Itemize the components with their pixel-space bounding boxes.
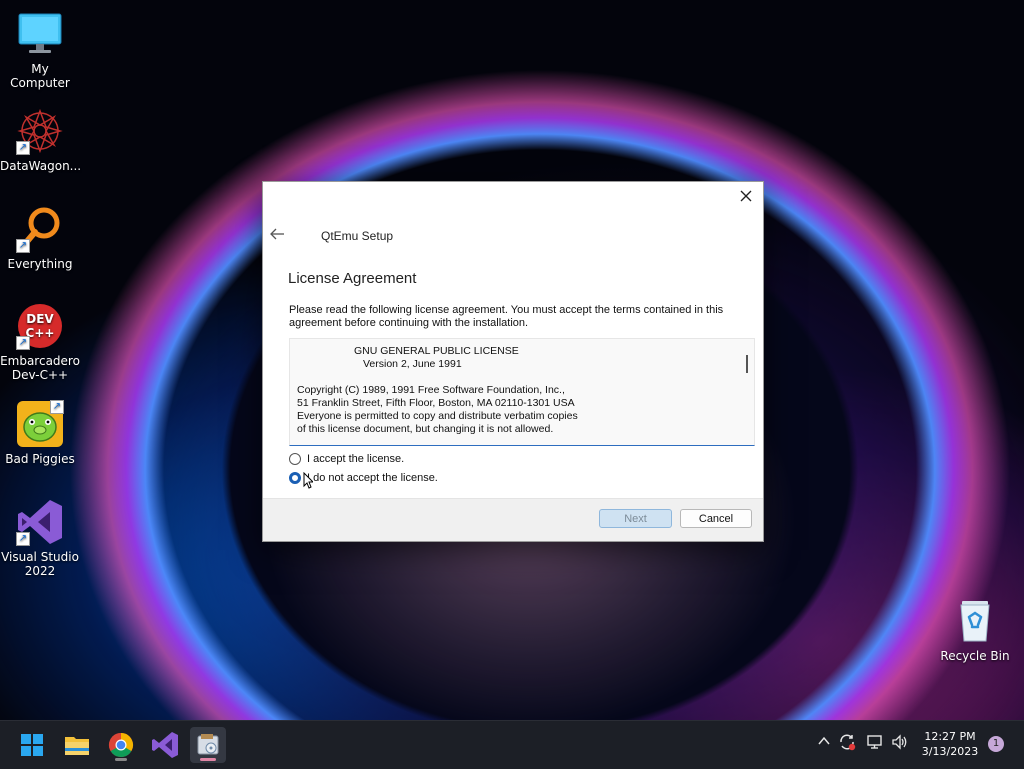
shortcut-arrow-icon: ↗ xyxy=(16,239,30,253)
volume-control[interactable] xyxy=(891,733,909,755)
datawagon-icon: ↗ xyxy=(16,107,64,155)
shortcut-arrow-icon: ↗ xyxy=(16,336,30,350)
shortcut-arrow-icon: ↗ xyxy=(50,400,64,414)
desktop-icon-label: Embarcadero Dev-C++ xyxy=(0,354,80,382)
desktop-icon-my-computer[interactable]: My Computer xyxy=(0,10,80,90)
desktop-icon-visual-studio[interactable]: ↗ Visual Studio 2022 xyxy=(0,498,80,578)
recycle-bin-icon xyxy=(951,597,999,645)
mouse-cursor-icon xyxy=(303,472,313,489)
desktop-icon-bad-piggies[interactable]: ↗ Bad Piggies xyxy=(0,400,80,466)
license-line: GNU GENERAL PUBLIC LICENSE xyxy=(354,345,519,357)
devcpp-icon: DEV C++ ↗ xyxy=(16,302,64,350)
arrow-left-icon xyxy=(270,228,284,240)
shortcut-arrow-icon: ↗ xyxy=(16,532,30,546)
visual-studio-icon xyxy=(152,732,178,758)
volume-icon xyxy=(892,734,907,750)
monitor-icon xyxy=(16,10,64,58)
dialog-footer: Next Cancel xyxy=(263,498,763,541)
desktop-icon-everything[interactable]: ↗ Everything xyxy=(0,205,80,271)
desktop-icon-label: Recycle Bin xyxy=(940,649,1010,663)
accept-label: I accept the license. xyxy=(307,453,405,465)
running-indicator xyxy=(115,758,127,761)
svg-text:DEV: DEV xyxy=(26,312,54,326)
decline-radio[interactable] xyxy=(289,472,301,484)
license-line: of this license document, but changing i… xyxy=(297,423,554,435)
bad-piggies-icon: ↗ xyxy=(16,400,64,448)
accept-radio[interactable] xyxy=(289,453,301,465)
license-line: Everyone is permitted to copy and distri… xyxy=(297,410,578,422)
file-explorer-icon xyxy=(65,737,89,755)
sync-icon xyxy=(840,734,856,751)
accept-license-option[interactable]: I accept the license. xyxy=(289,453,404,465)
license-text-area[interactable]: GNU GENERAL PUBLIC LICENSE Version 2, Ju… xyxy=(289,338,755,446)
network-status[interactable] xyxy=(866,733,884,755)
desktop-icon-label: DataWagon... xyxy=(0,159,82,173)
license-line: Version 2, June 1991 xyxy=(363,358,462,370)
decline-label: I do not accept the license. xyxy=(307,472,438,484)
intro-text: Please read the following license agreem… xyxy=(289,304,724,329)
next-button[interactable]: Next xyxy=(599,509,672,528)
page-heading: License Agreement xyxy=(288,270,417,287)
desktop-icon-label: Visual Studio 2022 xyxy=(1,550,79,578)
start-button[interactable] xyxy=(14,727,50,763)
desktop-icon-devcpp[interactable]: DEV C++ ↗ Embarcadero Dev-C++ xyxy=(0,302,80,382)
back-button[interactable] xyxy=(269,226,287,242)
desktop-icon-label: Everything xyxy=(7,257,73,271)
shortcut-arrow-icon: ↗ xyxy=(16,141,30,155)
clock-date: 3/13/2023 xyxy=(921,745,979,758)
taskbar-visual-studio[interactable] xyxy=(147,727,183,763)
desktop-icon-recycle-bin[interactable]: Recycle Bin xyxy=(935,597,1015,663)
show-hidden-icons-button[interactable] xyxy=(816,733,832,753)
taskbar-clock[interactable]: 12:27 PM 3/13/2023 xyxy=(918,729,982,759)
chevron-up-icon xyxy=(818,736,830,745)
sync-status[interactable] xyxy=(838,733,856,755)
desktop-icon-label: Bad Piggies xyxy=(5,452,75,466)
taskbar-file-explorer[interactable] xyxy=(59,727,95,763)
scrollbar-thumb[interactable] xyxy=(746,355,748,373)
cancel-button[interactable]: Cancel xyxy=(680,509,752,528)
license-line: 51 Franklin Street, Fifth Floor, Boston,… xyxy=(297,397,575,409)
close-button[interactable] xyxy=(737,187,755,205)
close-icon xyxy=(740,190,752,202)
network-icon xyxy=(867,735,882,749)
notification-badge[interactable]: 1 xyxy=(988,736,1004,752)
taskbar: 12:27 PM 3/13/2023 xyxy=(0,720,1024,769)
active-indicator xyxy=(200,758,216,761)
start-icon xyxy=(21,734,43,756)
everything-search-icon: ↗ xyxy=(16,205,64,253)
desktop-icon-label: My Computer xyxy=(10,62,70,90)
clock-time: 12:27 PM xyxy=(924,730,976,743)
dialog-title: QtEmu Setup xyxy=(321,229,394,243)
taskbar-chrome[interactable] xyxy=(103,727,139,763)
license-line: Copyright (C) 1989, 1991 Free Software F… xyxy=(297,384,565,396)
visual-studio-icon: ↗ xyxy=(16,498,64,546)
taskbar-qtemu-setup[interactable] xyxy=(190,727,226,763)
setup-dialog: QtEmu Setup License Agreement Please rea… xyxy=(262,181,764,542)
desktop-icon-datawagon[interactable]: ↗ DataWagon... xyxy=(0,107,82,173)
